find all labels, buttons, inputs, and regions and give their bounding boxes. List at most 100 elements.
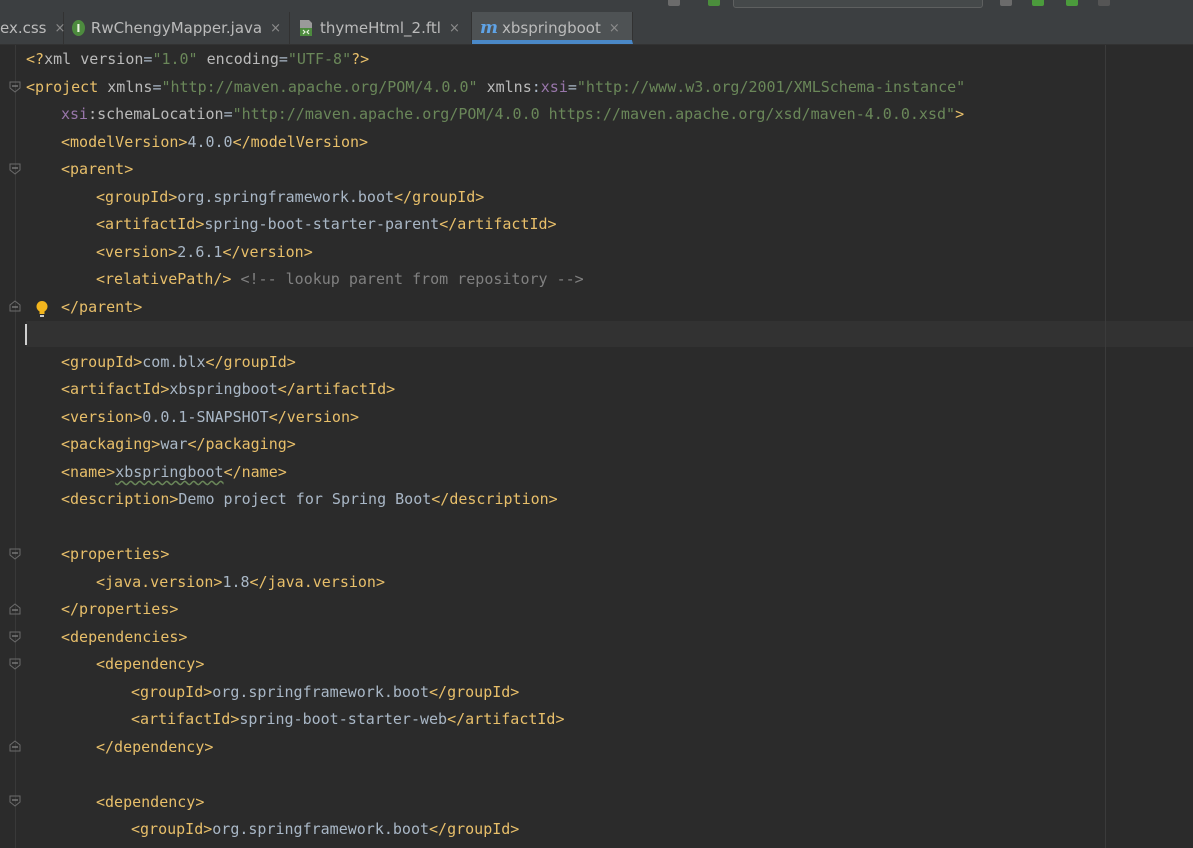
tab-label: ex.css: [0, 19, 47, 37]
code-line-5: <parent>: [26, 156, 133, 183]
tag-close: </version>: [268, 408, 360, 426]
fold-close-icon[interactable]: [8, 299, 22, 313]
tag-open: <project: [26, 78, 108, 96]
code-line-12: <groupId>com.blx</groupId>: [26, 349, 296, 376]
text-caret: [25, 324, 27, 345]
code-line-17: <description>Demo project for Spring Boo…: [26, 486, 558, 513]
tag-open: <modelVersion>: [61, 133, 188, 151]
debug-icon[interactable]: [1066, 0, 1078, 6]
tag-close: </artifactId>: [447, 710, 565, 728]
tag-close: </name>: [223, 463, 287, 481]
current-line-highlight: [0, 321, 1193, 347]
tag-close: >: [955, 105, 965, 123]
code-line-15: <packaging>war</packaging>: [26, 431, 296, 458]
tab-thymehtml-ftl[interactable]: thymeHtml_2.ftl ×: [290, 12, 472, 44]
main-toolbar: [0, 0, 1193, 12]
maven-m-icon: m: [480, 18, 498, 38]
tag-value: 0.0.1-SNAPSHOT: [142, 408, 269, 426]
tag-open: <dependencies>: [61, 628, 188, 646]
tag-open: <version>: [96, 243, 178, 261]
tag-open: <groupId>: [131, 820, 213, 838]
close-icon[interactable]: ×: [609, 21, 620, 36]
code-line-28: <dependency>: [26, 789, 204, 816]
code-line-6: <groupId>org.springframework.boot</group…: [26, 184, 484, 211]
code-line-13: <artifactId>xbspringboot</artifactId>: [26, 376, 395, 403]
tag-self-closing: <relativePath/>: [96, 270, 232, 288]
tag-close: </parent>: [61, 298, 143, 316]
tag-close: </dependency>: [96, 738, 214, 756]
code-line-26: </dependency>: [26, 734, 213, 761]
tag-close: </properties>: [61, 600, 179, 618]
tag-open: <java.version>: [96, 573, 223, 591]
fold-open-icon[interactable]: [8, 80, 22, 94]
fold-close-icon[interactable]: [8, 739, 22, 753]
tag-close: </packaging>: [187, 435, 296, 453]
tag-value: 2.6.1: [177, 243, 223, 261]
tag-value: org.springframework.boot: [212, 683, 430, 701]
vcs-update-icon[interactable]: [708, 0, 720, 6]
build-icon[interactable]: [1000, 0, 1012, 6]
attr-value: "UTF-8": [287, 50, 352, 68]
fold-open-icon[interactable]: [8, 630, 22, 644]
code-line-1: <?xml version="1.0" encoding="UTF-8"?>: [26, 46, 369, 73]
code-line-7: <artifactId>spring-boot-starter-parent</…: [26, 211, 557, 238]
attr-value: "1.0": [152, 50, 198, 68]
run-config-selector[interactable]: [733, 0, 983, 8]
tab-ex-css[interactable]: ex.css ×: [0, 12, 65, 44]
fold-close-icon[interactable]: [8, 602, 22, 616]
tag-value-typo: xbspringboot: [115, 463, 224, 481]
attr-value: "http://www.w3.org/2001/XMLSchema-instan…: [576, 78, 966, 96]
tag-open: <groupId>: [96, 188, 178, 206]
fold-open-icon[interactable]: [8, 657, 22, 671]
tab-label: xbspringboot: [502, 19, 601, 37]
tag-value: spring-boot-starter-parent: [204, 215, 440, 233]
tag-close: </version>: [222, 243, 313, 261]
code-line-24: <groupId>org.springframework.boot</group…: [26, 679, 519, 706]
tag-open: <packaging>: [61, 435, 161, 453]
tag-close: </groupId>: [205, 353, 296, 371]
colon: :: [531, 78, 541, 96]
tag-open: <version>: [61, 408, 143, 426]
tag-value: Demo project for Spring Boot: [178, 490, 432, 508]
fold-open-icon[interactable]: [8, 547, 22, 561]
namespace-prefix: xsi: [61, 105, 89, 123]
attr-name: :schemaLocation: [88, 105, 224, 123]
fold-open-icon[interactable]: [8, 162, 22, 176]
tag-open: <properties>: [61, 545, 170, 563]
code-line-9: <relativePath/> <!-- lookup parent from …: [26, 266, 584, 293]
tag-open: <groupId>: [61, 353, 143, 371]
stop-icon[interactable]: [1098, 0, 1110, 6]
fold-open-icon[interactable]: [8, 794, 22, 808]
code-line-8: <version>2.6.1</version>: [26, 239, 313, 266]
close-icon[interactable]: ×: [449, 21, 460, 36]
run-icon[interactable]: [1032, 0, 1044, 6]
tag-value: org.springframework.boot: [212, 820, 430, 838]
tag-close: </groupId>: [429, 683, 520, 701]
tag-close: </java.version>: [249, 573, 385, 591]
code-line-21: </properties>: [26, 596, 178, 623]
tag-open: <artifactId>: [61, 380, 170, 398]
code-line-3: xsi:schemaLocation="http://maven.apache.…: [26, 101, 964, 128]
code-line-14: <version>0.0.1-SNAPSHOT</version>: [26, 404, 359, 431]
tag-open: <name>: [61, 463, 116, 481]
tag-open: <dependency>: [96, 655, 205, 673]
tag-close: </groupId>: [394, 188, 485, 206]
attr-name: encoding: [197, 50, 279, 68]
tag-open: <groupId>: [131, 683, 213, 701]
code-line-10: </parent>: [26, 294, 142, 321]
attr-value: "http://maven.apache.org/POM/4.0.0 https…: [232, 105, 956, 123]
tag-close: </artifactId>: [277, 380, 396, 398]
layout-icon[interactable]: [668, 0, 680, 6]
equals: =: [567, 78, 577, 96]
attr-name: xmlns: [477, 78, 532, 96]
tab-rwchengymapper[interactable]: I RwChengyMapper.java ×: [64, 12, 290, 44]
tag-value: xbspringboot: [169, 380, 278, 398]
xml-decl-name: xml: [44, 50, 81, 68]
code-line-23: <dependency>: [26, 651, 204, 678]
tab-xbspringboot[interactable]: m xbspringboot ×: [472, 12, 633, 44]
tag-value: org.springframework.boot: [177, 188, 395, 206]
code-editor[interactable]: <?xml version="1.0" encoding="UTF-8"?> <…: [0, 45, 1193, 848]
code-line-19: <properties>: [26, 541, 169, 568]
interface-i-icon: I: [72, 20, 85, 36]
close-icon[interactable]: ×: [270, 21, 281, 36]
